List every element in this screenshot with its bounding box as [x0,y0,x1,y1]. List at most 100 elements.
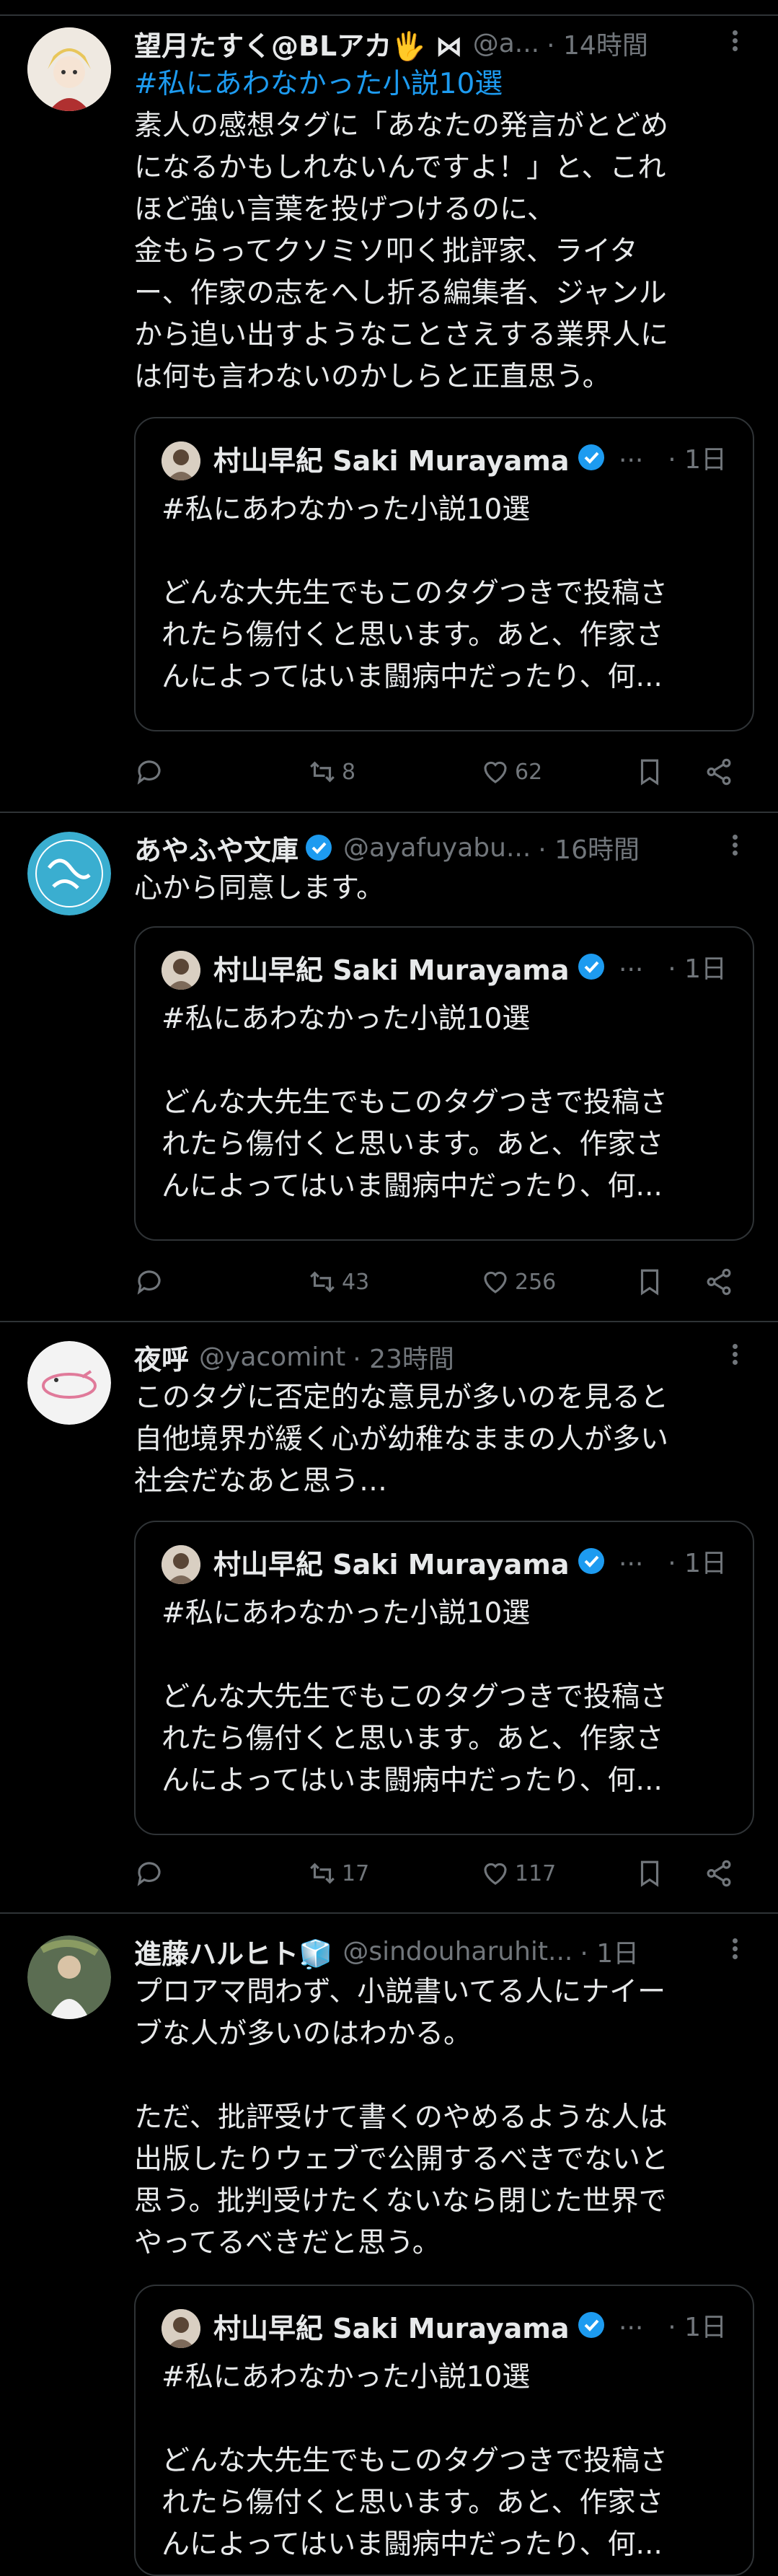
share-icon [707,758,731,786]
avatar[interactable] [27,1341,111,1425]
more-icon[interactable] [720,832,749,863]
author-handle[interactable]: @a... [473,29,539,58]
quoted-author-name: 村山早紀 Saki Murayama [213,2313,570,2344]
quoted-avatar [162,1545,200,1584]
quoted-avatar [162,2309,200,2348]
reply-icon [137,760,161,785]
tweet-card[interactable]: あやふや文庫 @ayafuyabu... · 16時間 心から同意します。 村山… [0,813,778,1322]
tweet-actions: 17 117 [134,1852,751,1895]
verified-badge-icon [578,2312,604,2338]
tweet-header: 夜呼 @yacomint · 23時間 [134,1335,749,1379]
quoted-text: #私にあわなかった小説10選 どんな大先生でもこのタグつきで投稿さ れたら傷付く… [162,2361,668,2561]
share-icon [707,1268,731,1296]
quoted-handle-ellipsis: ... [619,439,644,468]
retweet-count: 43 [342,1269,370,1295]
retweet-icon [310,761,335,783]
bookmark-icon [640,759,659,786]
quoted-handle-ellipsis: ... [619,1542,644,1572]
quoted-author-name: 村山早紀 Saki Murayama [213,954,570,986]
quoted-tweet[interactable]: 村山早紀 Saki Murayama ... · 1日 #私にあわなかった小説1… [134,926,754,1241]
like-count: 117 [515,1860,557,1886]
author-name[interactable]: 望月たすく@BLアカ🖐 ⋈ [134,24,463,63]
quoted-handle-ellipsis: ... [619,2306,644,2336]
quoted-handle-ellipsis: ... [619,948,644,977]
more-icon[interactable] [720,1935,749,1967]
like-count: 256 [515,1269,557,1295]
tweet-text: プロアマ問わず、小説書いてる人にナイー ブな人が多いのはわかる。 ただ、批評受け… [134,1976,669,2259]
tweet-text: 素人の感想タグに「あなたの発言がとどめ になるかもしれないんですよ！」と、これ … [134,110,669,393]
share-icon [707,1860,731,1887]
bookmark-icon [640,1860,659,1887]
tweet-text: このタグに否定的な意見が多いのを見ると 自他境界が緩く心が幼稚なままの人が多い … [134,1381,669,1498]
share-button[interactable] [704,750,734,794]
avatar[interactable] [27,27,111,111]
retweet-count: 17 [342,1860,370,1886]
reply-button[interactable] [134,1852,164,1895]
reply-button[interactable] [134,750,164,794]
timestamp[interactable]: · 16時間 [538,829,640,866]
retweet-button[interactable]: 8 [307,750,355,794]
quoted-tweet[interactable]: 村山早紀 Saki Murayama ... · 1日 #私にあわなかった小説1… [134,1521,754,1835]
quoted-text: #私にあわなかった小説10選 どんな大先生でもこのタグつきで投稿さ れたら傷付く… [162,1003,668,1203]
share-button[interactable] [704,1852,734,1895]
reply-button[interactable] [134,1260,164,1304]
more-icon[interactable] [720,1341,749,1373]
like-button[interactable]: 256 [480,1260,556,1304]
avatar[interactable] [27,832,111,915]
tweet-actions: 8 62 [134,750,751,794]
verified-badge-icon [306,835,332,861]
quoted-timestamp: · 1日 [668,1549,727,1578]
retweet-button[interactable]: 17 [307,1852,369,1895]
author-name[interactable]: あやふや文庫 [134,828,299,868]
like-button[interactable]: 62 [480,750,542,794]
quoted-tweet[interactable]: 村山早紀 Saki Murayama ... · 1日 #私にあわなかった小説1… [134,417,754,731]
more-icon[interactable] [720,27,749,59]
tweet-header: あやふや文庫 @ayafuyabu... · 16時間 [134,826,749,869]
quoted-tweet[interactable]: 村山早紀 Saki Murayama ... · 1日 #私にあわなかった小説1… [134,2285,754,2576]
retweet-button[interactable]: 43 [307,1260,369,1304]
bookmark-button[interactable] [635,750,665,794]
tweet-card[interactable]: 夜呼 @yacomint · 23時間 このタグに否定的な意見が多いのを見ると … [0,1322,778,1914]
author-handle[interactable]: @sindouharuhit... [342,1937,573,1966]
quoted-timestamp: · 1日 [668,445,727,475]
verified-badge-icon [578,954,604,980]
timestamp[interactable]: · 1日 [580,1933,639,1970]
verified-badge-icon [578,444,604,470]
like-icon [484,761,507,783]
quoted-avatar [162,441,200,480]
tweet-card[interactable]: 進藤ハルヒト🧊 @sindouharuhit... · 1日 プロアマ問わず、小… [0,1914,778,2576]
bookmark-button[interactable] [635,1260,665,1304]
retweet-icon [310,1271,335,1293]
tweet-actions: 43 256 [134,1260,751,1304]
retweet-icon [310,1863,335,1884]
quoted-timestamp: · 1日 [668,2313,727,2342]
avatar[interactable] [27,1935,111,2019]
author-handle[interactable]: @ayafuyabu... [343,833,531,863]
author-name[interactable]: 進藤ハルヒト🧊 [134,1932,332,1971]
quoted-author-name: 村山早紀 Saki Murayama [213,1549,570,1581]
tweet-card[interactable]: 望月たすく@BLアカ🖐 ⋈ @a... · 14時間 #私にあわなかった小説10… [0,0,778,813]
quoted-timestamp: · 1日 [668,954,727,984]
reply-icon [137,1270,161,1295]
verified-badge-icon [578,1548,604,1574]
share-button[interactable] [704,1260,734,1304]
timestamp[interactable]: · 14時間 [547,25,648,62]
like-icon [484,1863,507,1885]
bookmark-button[interactable] [635,1852,665,1895]
timestamp[interactable]: · 23時間 [353,1338,454,1376]
bookmark-icon [640,1269,659,1296]
quoted-author-name: 村山早紀 Saki Murayama [213,445,570,477]
tweet-hashtag[interactable]: #私にあわなかった小説10選 [134,63,733,105]
tweet-header: 進藤ハルヒト🧊 @sindouharuhit... · 1日 [134,1930,749,1973]
like-button[interactable]: 117 [480,1852,556,1895]
tweet-header: 望月たすく@BLアカ🖐 ⋈ @a... · 14時間 [134,22,749,65]
retweet-count: 8 [342,759,356,785]
quoted-text: #私にあわなかった小説10選 どんな大先生でもこのタグつきで投稿さ れたら傷付く… [162,1597,668,1797]
author-name[interactable]: 夜呼 [134,1337,189,1377]
reply-icon [137,1862,161,1886]
quoted-text: #私にあわなかった小説10選 どんな大先生でもこのタグつきで投稿さ れたら傷付く… [162,493,668,693]
tweet-text: 心から同意します。 [134,872,385,905]
like-count: 62 [515,759,543,785]
author-handle[interactable]: @yacomint [199,1342,345,1372]
like-icon [484,1271,507,1293]
